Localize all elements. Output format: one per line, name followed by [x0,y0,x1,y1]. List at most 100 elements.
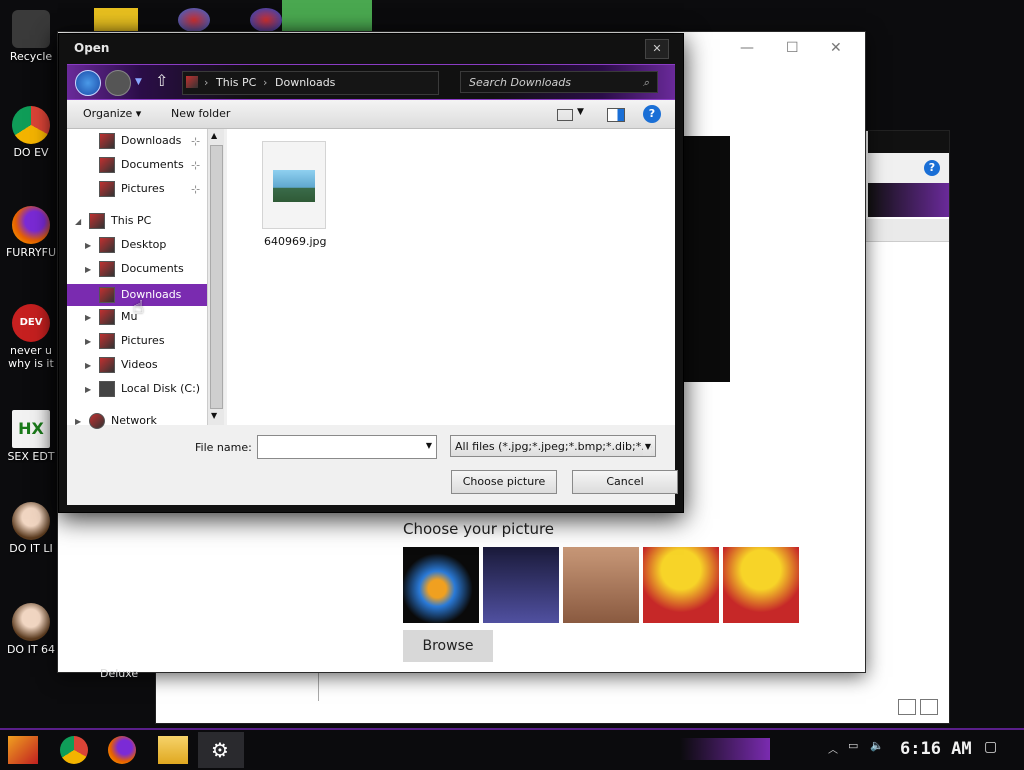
file-name-field-label: File name: [195,441,252,454]
nav-item-quick-downloads[interactable]: Downloads [99,131,181,151]
desktop-icon-chrome[interactable]: DO EV [4,106,58,159]
nav-label: Documents [121,262,184,275]
recent-picture-cartoon[interactable] [483,547,559,623]
nav-label: Desktop [121,238,167,251]
file-name-label: 640969.jpg [264,235,327,248]
volume-icon[interactable]: 🔈 [870,739,884,752]
expand-arrow-icon[interactable]: ▶ [85,337,91,346]
help-icon[interactable]: ? [924,160,940,176]
new-folder-button[interactable]: New folder [171,107,230,120]
documents-icon [99,261,115,277]
large-icons-view-icon[interactable] [920,699,938,715]
minimize-icon[interactable]: — [740,40,754,56]
recent-locations-icon[interactable]: ▼ [135,77,142,87]
scrollbar-thumb[interactable] [210,145,223,409]
desktop-icon-portrait-1[interactable]: DO IT LI [4,502,58,555]
nav-label: Pictures [121,182,165,195]
firefox-icon[interactable] [108,736,136,764]
taskbar: ⚙ ︿ ▭ 🔈 6:16 AM ▢ [0,728,1024,770]
desktop-icon-firefox[interactable]: FURRYFU [4,206,58,259]
close-button[interactable]: ✕ [645,39,669,59]
address-bar: ▼ ⇧ › This PC › Downloads Search Downloa… [67,64,675,100]
expand-arrow-icon[interactable]: ▶ [85,361,91,370]
forward-button[interactable] [105,70,131,96]
breadcrumb-separator-icon: › [204,76,209,89]
organize-button[interactable]: Organize ▾ [83,107,141,120]
recent-pictures [403,547,799,623]
recent-picture-windows-logo[interactable] [403,547,479,623]
desktop-icon-label: DO EV [13,146,49,159]
nav-item-music[interactable]: Mu [99,307,137,327]
up-arrow-icon[interactable]: ⇧ [155,71,168,90]
preview-pane-icon[interactable] [607,108,625,122]
nav-item-network[interactable]: Network [89,411,157,431]
nav-item-this-pc[interactable]: This PC [89,211,151,231]
recent-picture-anime-2[interactable] [723,547,799,623]
file-name-input[interactable]: ▼ [257,435,437,459]
desktop-icon-portrait-2[interactable]: DO IT 64 [4,603,58,656]
window-toolbar: ? [868,153,949,183]
details-view-icon[interactable] [898,699,916,715]
clock[interactable]: 6:16 AM [900,739,972,759]
network-icon[interactable]: ▭ [848,739,858,752]
expand-arrow-icon[interactable]: ▶ [85,265,91,274]
help-icon[interactable]: ? [643,105,661,123]
navigation-scrollbar[interactable]: ▲ ▼ [207,129,224,425]
notifications-icon[interactable]: ▢ [984,739,997,755]
window-titlebar [868,131,949,153]
close-icon[interactable]: ✕ [830,40,842,56]
recent-picture-person[interactable] [563,547,639,623]
file-explorer-icon[interactable] [158,736,188,764]
app-icon[interactable] [94,8,138,32]
desktop-icon-label: DO IT LI [9,542,53,555]
nav-item-documents[interactable]: Documents [99,259,184,279]
nav-item-quick-documents[interactable]: Documents [99,155,184,175]
dropdown-chevron-icon[interactable]: ▼ [642,436,651,456]
nav-item-pictures[interactable]: Pictures [99,331,165,351]
view-options-chevron-icon[interactable]: ▼ [577,107,584,117]
chrome-icon[interactable] [60,736,88,764]
dropdown-chevron-icon[interactable]: ▼ [426,441,432,450]
dialog-body: Downloads ⊹ Documents ⊹ Pictures ⊹ ◢ Thi… [67,129,678,505]
expand-arrow-icon[interactable]: ▶ [85,313,91,322]
search-icon[interactable]: ⌕ [643,72,649,94]
search-input[interactable]: Search Downloads ⌕ [460,71,658,93]
breadcrumb-downloads[interactable]: Downloads [275,72,335,94]
breadcrumb-this-pc[interactable]: This PC [216,72,256,94]
pin-icon: ⊹ [191,135,201,148]
settings-taskbar-item[interactable]: ⚙ [198,732,244,768]
scroll-up-icon[interactable]: ▲ [211,131,217,140]
back-button[interactable] [75,70,101,96]
app-icon[interactable] [282,0,372,32]
nav-label: Network [111,414,157,427]
cancel-button[interactable]: Cancel [572,470,678,494]
scroll-down-icon[interactable]: ▼ [211,411,217,420]
expand-arrow-icon[interactable]: ▶ [85,385,91,394]
expand-arrow-icon[interactable]: ▶ [75,417,81,426]
breadcrumb[interactable]: › This PC › Downloads [182,71,439,95]
expand-arrow-icon[interactable]: ▶ [85,241,91,250]
desktop-icon-devcpp[interactable]: DEV never u why is it [4,304,58,370]
start-button[interactable] [8,736,38,764]
file-type-select[interactable]: All files (*.jpg;*.jpeg;*.bmp;*.dib;*.p … [450,435,656,457]
browse-button[interactable]: Browse [403,630,493,662]
expand-arrow-icon[interactable]: ◢ [75,217,81,226]
choose-picture-button[interactable]: Choose picture [451,470,557,494]
desktop-icon-hex-editor[interactable]: HX SEX EDT [4,410,58,463]
nav-item-quick-pictures[interactable]: Pictures [99,179,165,199]
nav-item-videos[interactable]: Videos [99,355,158,375]
nav-item-desktop[interactable]: Desktop [99,235,166,255]
nav-item-local-disk[interactable]: Local Disk (C:) [99,379,200,399]
recent-picture-anime-1[interactable] [643,547,719,623]
maximize-icon[interactable]: ☐ [786,40,799,56]
hex-editor-icon: HX [12,410,50,448]
show-hidden-icons-icon[interactable]: ︿ [828,741,838,756]
change-view-icon[interactable] [557,109,573,121]
desktop-icon-recycle-bin[interactable]: Recycle [4,10,58,63]
app-icon[interactable] [250,8,282,32]
file-item[interactable] [262,141,326,229]
app-icon[interactable] [178,8,210,32]
disk-drive-icon [99,381,115,397]
music-icon [99,309,115,325]
devcpp-icon: DEV [12,304,50,342]
